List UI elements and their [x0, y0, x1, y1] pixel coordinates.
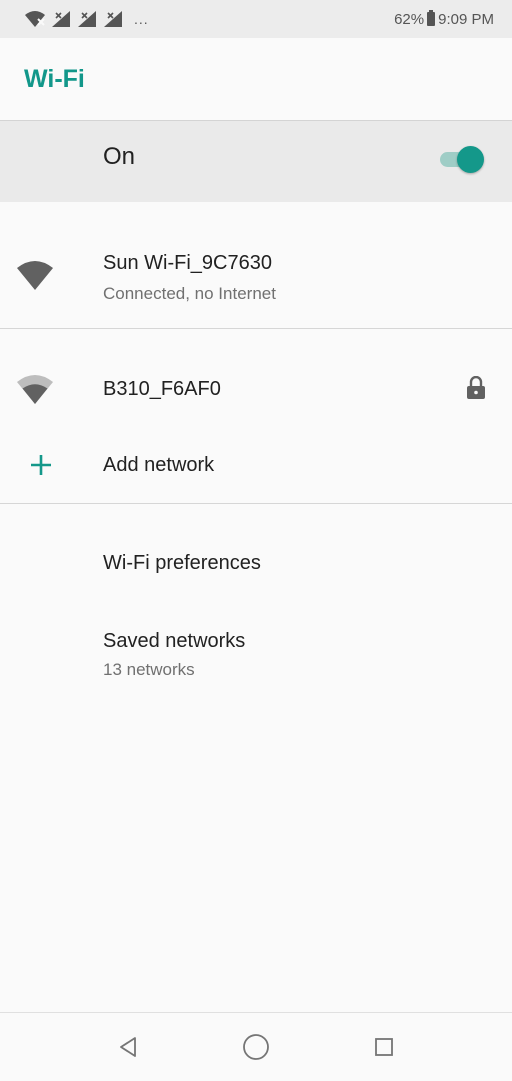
wifi-signal-medium-icon — [16, 374, 54, 404]
status-right: 62% 9:09 PM — [394, 10, 494, 28]
back-icon[interactable] — [112, 1031, 144, 1063]
navigation-bar — [0, 1012, 512, 1081]
lock-icon — [466, 375, 486, 400]
divider — [0, 328, 512, 329]
wifi-signal-full-icon — [16, 260, 54, 290]
wifi-preferences-label: Wi-Fi preferences — [103, 552, 261, 574]
signal-x-icon — [102, 10, 124, 28]
recents-icon[interactable] — [368, 1031, 400, 1063]
add-network-row[interactable]: Add network — [0, 432, 512, 502]
signal-x-icon — [50, 10, 72, 28]
clock: 9:09 PM — [438, 10, 494, 28]
network-row[interactable]: B310_F6AF0 — [0, 348, 512, 428]
page-title: Wi-Fi — [24, 64, 85, 93]
saved-networks-summary: 13 networks — [103, 660, 195, 679]
status-bar: ... 62% 9:09 PM — [0, 0, 512, 38]
toggle-thumb — [457, 146, 484, 173]
master-switch-label: On — [103, 143, 136, 170]
wifi-x-icon — [24, 10, 46, 28]
network-ssid: B310_F6AF0 — [103, 378, 221, 400]
add-network-label: Add network — [103, 454, 215, 476]
battery-icon — [427, 10, 436, 26]
more-notifications: ... — [134, 11, 149, 27]
connected-network-row[interactable]: Sun Wi-Fi_9C7630 Connected, no Internet — [0, 202, 512, 328]
plus-icon — [28, 452, 54, 478]
network-status: Connected, no Internet — [103, 284, 276, 303]
saved-networks-row[interactable]: Saved networks 13 networks — [0, 606, 512, 698]
home-icon[interactable] — [240, 1031, 272, 1063]
divider — [0, 503, 512, 504]
wifi-master-switch-row[interactable]: On — [0, 120, 512, 202]
signal-x-icon — [76, 10, 98, 28]
wifi-preferences-row[interactable]: Wi-Fi preferences — [0, 528, 512, 600]
wifi-toggle[interactable] — [438, 144, 486, 174]
network-ssid: Sun Wi-Fi_9C7630 — [103, 252, 272, 274]
status-icons: ... — [24, 10, 149, 28]
battery-percent: 62% — [394, 10, 425, 28]
saved-networks-label: Saved networks — [103, 630, 246, 652]
app-bar: Wi-Fi — [0, 38, 512, 120]
